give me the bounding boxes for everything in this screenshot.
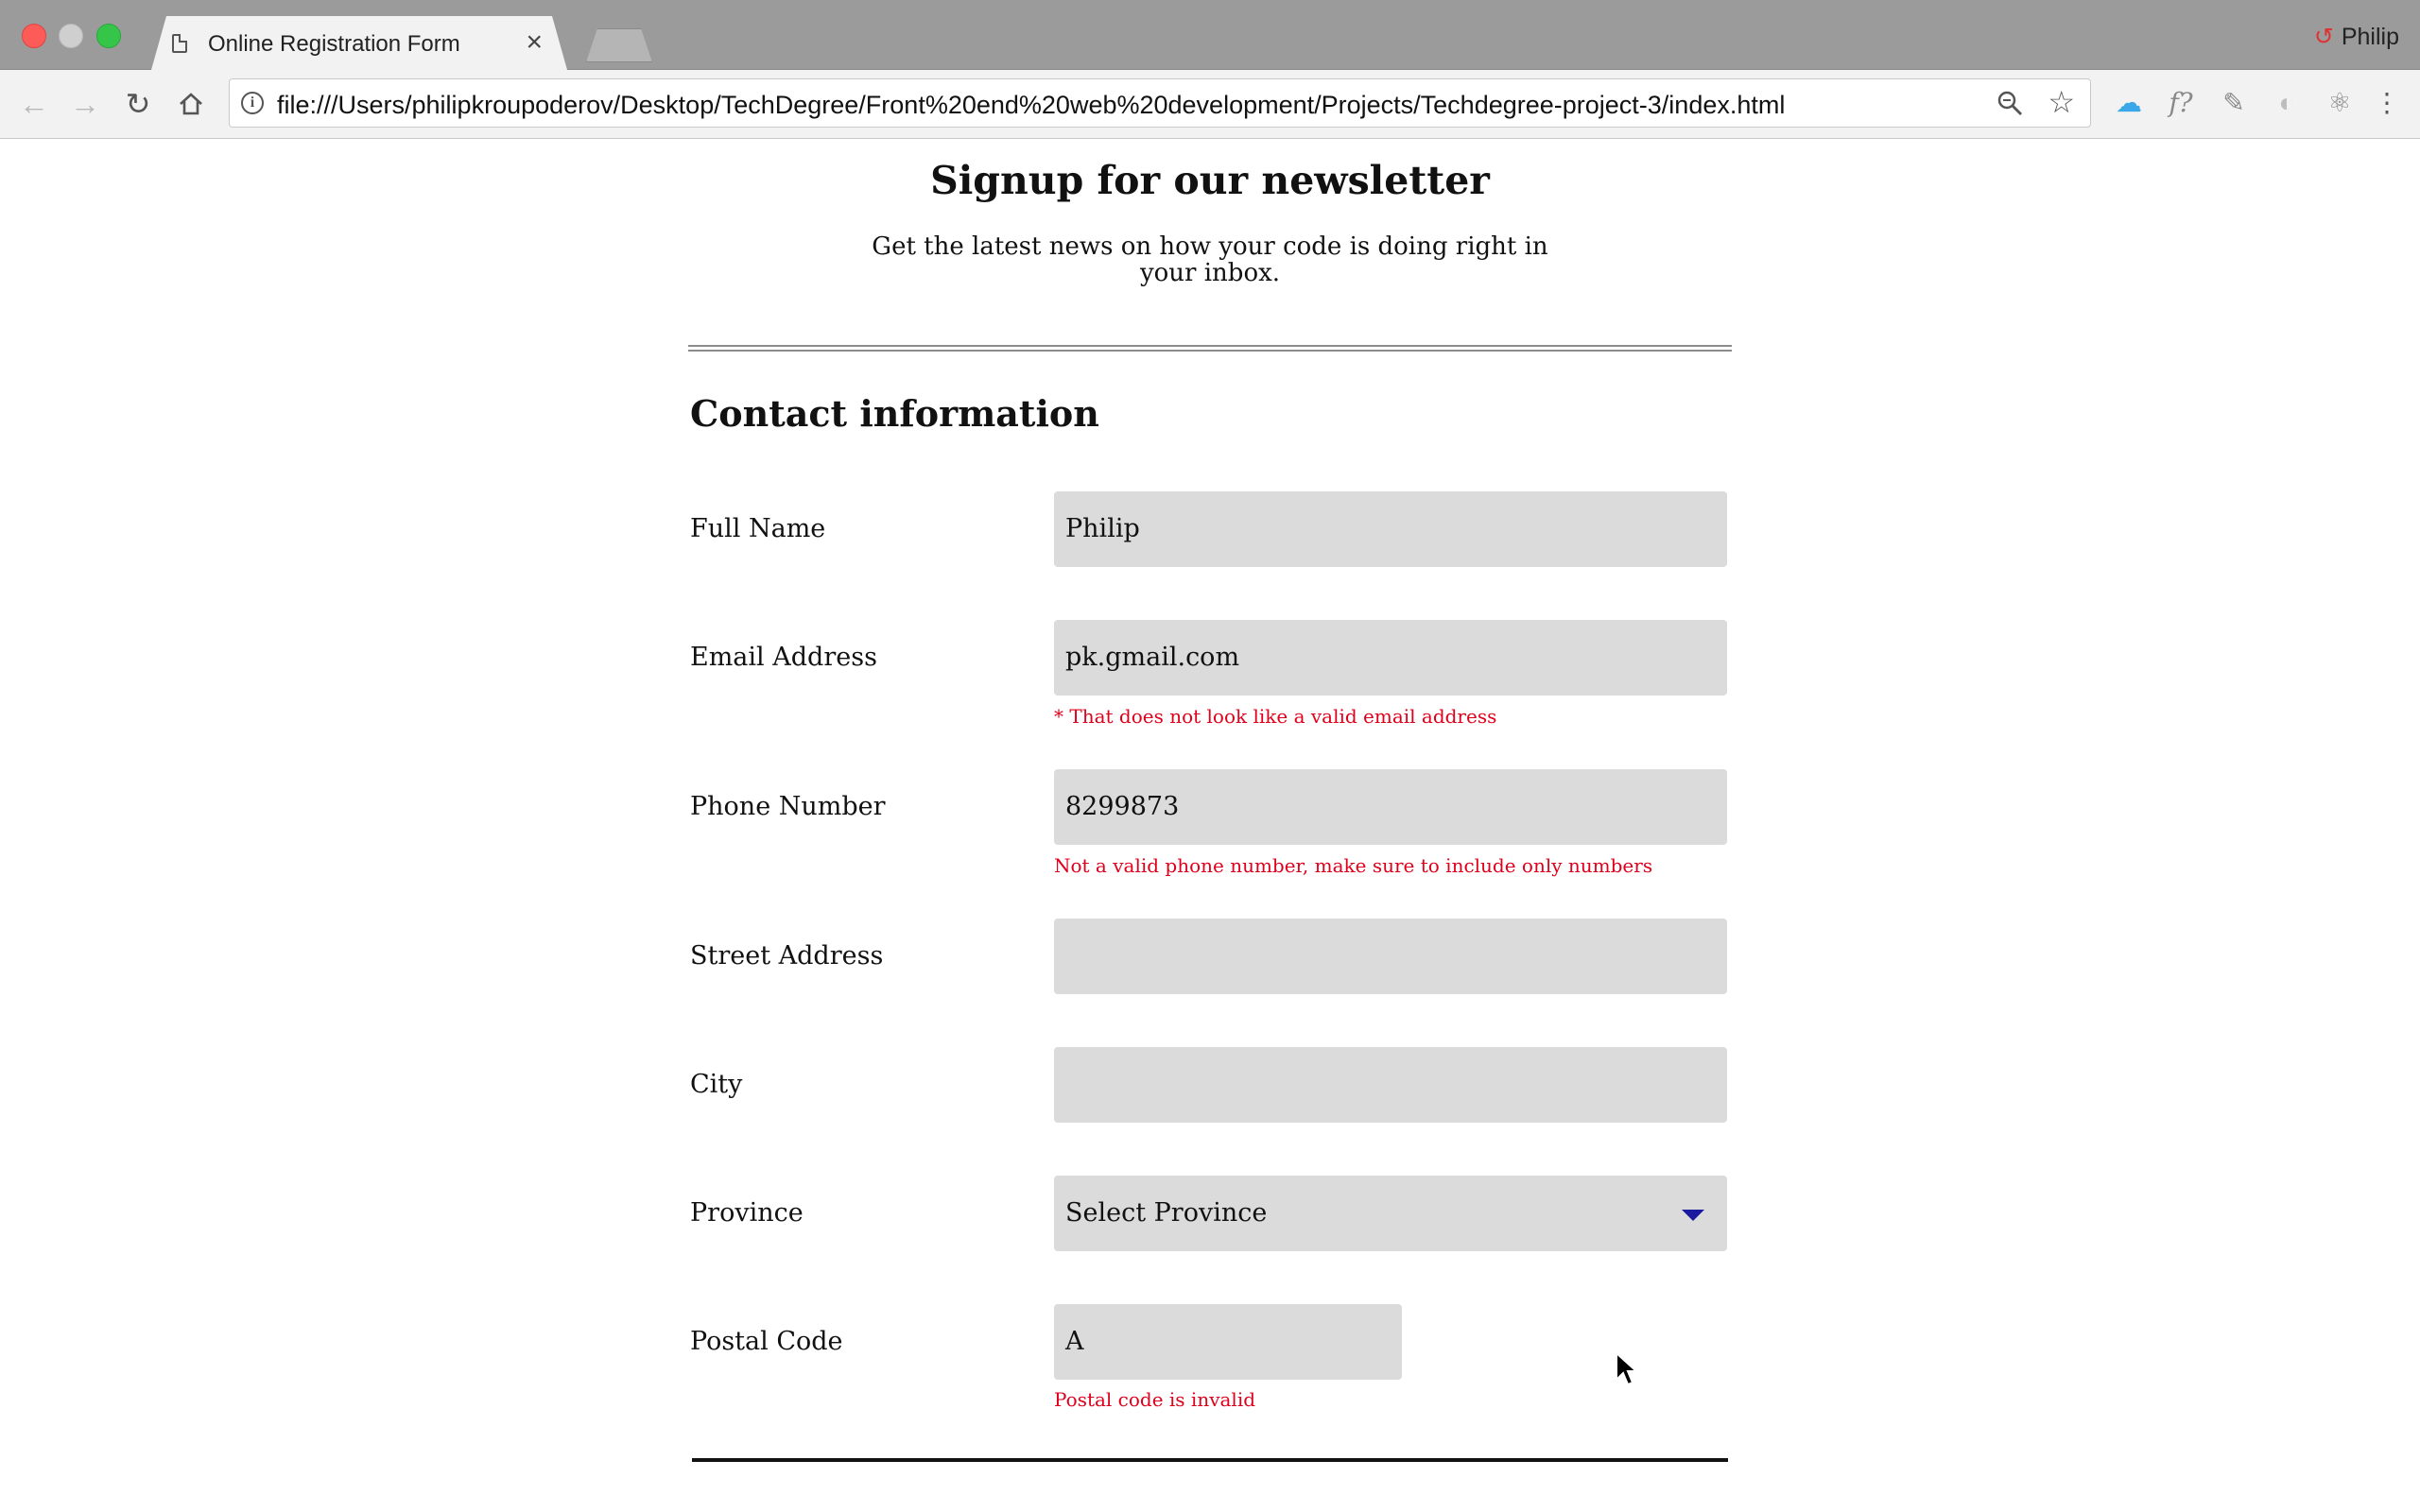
bookmark-star-icon[interactable]: ☆ <box>2048 87 2075 117</box>
tab-close-icon[interactable]: × <box>526 28 543 57</box>
minimize-window-button[interactable] <box>59 24 83 48</box>
postal-label: Postal Code <box>690 1327 843 1356</box>
reload-icon[interactable]: ↻ <box>121 87 155 121</box>
phone-label: Phone Number <box>690 792 886 821</box>
menu-icon[interactable]: ⋮ <box>2371 87 2403 119</box>
home-icon[interactable] <box>174 87 208 121</box>
extension-icon[interactable]: ◐ <box>2271 87 2303 119</box>
close-window-button[interactable] <box>22 24 46 48</box>
page-content: Signup for our newsletter Get the latest… <box>0 139 2420 1512</box>
forward-arrow-icon[interactable]: → <box>68 87 102 121</box>
email-error: * That does not look like a valid email … <box>1054 705 1497 728</box>
city-input[interactable] <box>1054 1047 1727 1123</box>
sync-icon: ↺ <box>2313 24 2334 50</box>
new-tab-button[interactable] <box>586 28 652 62</box>
profile-button[interactable]: ↺ Philip <box>2314 23 2399 51</box>
email-input[interactable]: pk.gmail.com <box>1054 620 1727 696</box>
page-icon <box>172 34 187 53</box>
section-divider <box>688 345 1732 352</box>
address-bar[interactable]: i file:///Users/philipkroupoderov/Deskto… <box>229 78 2091 128</box>
email-label: Email Address <box>690 643 877 672</box>
postal-code-input[interactable]: A <box>1054 1304 1402 1380</box>
zoom-icon[interactable] <box>1996 89 2024 117</box>
street-label: Street Address <box>690 941 884 971</box>
chevron-down-icon <box>1682 1210 1704 1221</box>
browser-tab-active[interactable]: Online Registration Form × <box>151 16 567 70</box>
province-label: Province <box>690 1198 804 1228</box>
city-label: City <box>690 1070 743 1099</box>
section-title: Contact information <box>690 392 1099 435</box>
profile-name: Philip <box>2341 24 2399 50</box>
page-title: Signup for our newsletter <box>930 158 1490 203</box>
province-select[interactable]: Select Province <box>1054 1176 1727 1251</box>
formula-extension-icon[interactable]: f? <box>2165 87 2197 119</box>
back-arrow-icon[interactable]: ← <box>17 87 51 121</box>
maximize-window-button[interactable] <box>96 24 121 48</box>
cloud-extension-icon[interactable]: ☁ <box>2113 87 2145 119</box>
street-input[interactable] <box>1054 919 1727 994</box>
province-selected-value: Select Province <box>1065 1198 1268 1228</box>
bottom-divider <box>692 1458 1728 1462</box>
postal-error: Postal code is invalid <box>1054 1388 1256 1411</box>
phone-input[interactable]: 8299873 <box>1054 769 1727 845</box>
phone-error: Not a valid phone number, make sure to i… <box>1054 854 1653 877</box>
full-name-input[interactable]: Philip <box>1054 491 1727 567</box>
pen-extension-icon[interactable]: ✎ <box>2218 87 2250 119</box>
url-text[interactable]: file:///Users/philipkroupoderov/Desktop/… <box>277 91 1785 120</box>
browser-toolbar: ← → ↻ i file:///Users/philipkroupoderov/… <box>0 70 2420 139</box>
site-info-icon[interactable]: i <box>241 92 264 114</box>
full-name-label: Full Name <box>690 514 826 543</box>
mouse-cursor-icon <box>1615 1350 1639 1392</box>
title-bar: Online Registration Form × ↺ Philip <box>0 0 2420 70</box>
react-extension-icon[interactable]: ⚛ <box>2324 87 2356 119</box>
page-subtitle: Get the latest news on how your code is … <box>872 232 1548 287</box>
tab-title: Online Registration Form <box>208 31 460 57</box>
